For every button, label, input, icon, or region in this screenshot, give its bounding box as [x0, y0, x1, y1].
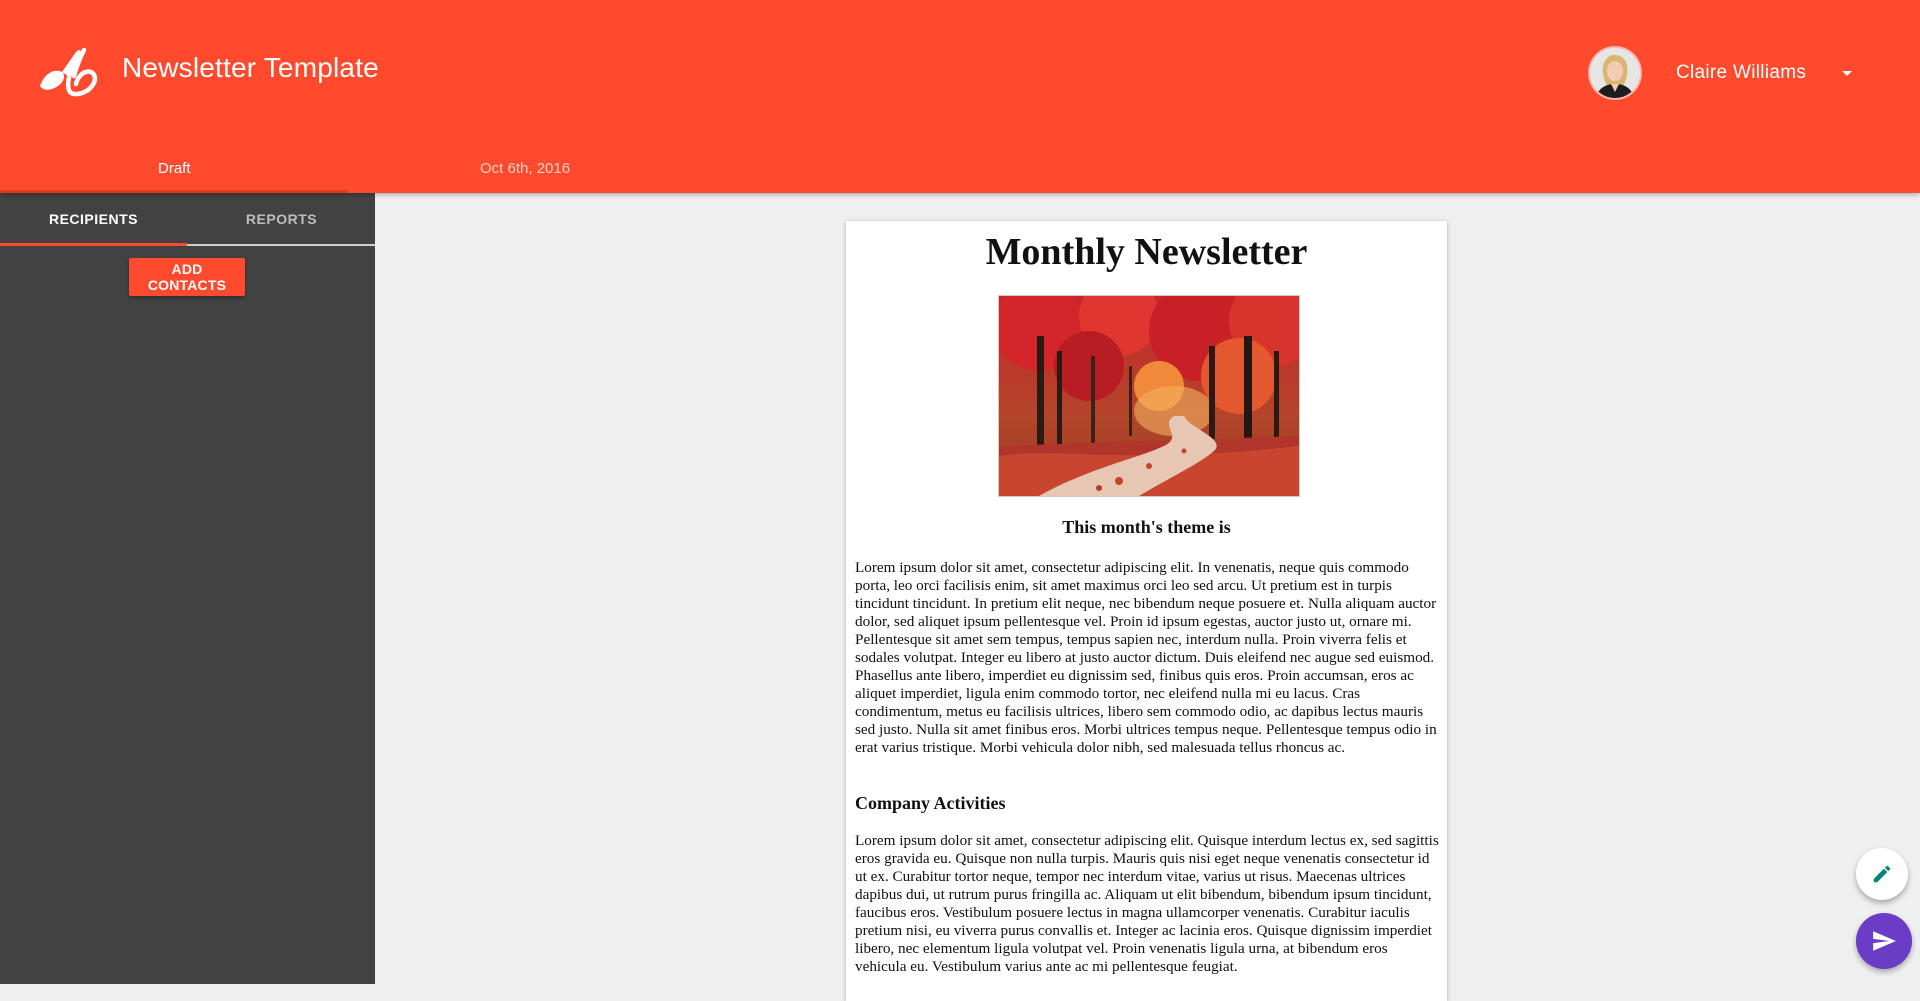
newsletter-paragraph-2: Lorem ipsum dolor sit amet, consectetur …: [855, 832, 1439, 975]
status-date: Oct 6th, 2016: [480, 160, 571, 177]
active-tab-indicator: [0, 243, 187, 246]
app-title: Newsletter Template: [122, 52, 379, 83]
newsletter-hero-image: [998, 295, 1300, 497]
newsletter-title: Monthly Newsletter: [985, 231, 1308, 273]
tab-recipients[interactable]: RECIPIENTS: [0, 193, 187, 245]
edit-button[interactable]: [1856, 848, 1908, 900]
caret-down-icon[interactable]: [1836, 66, 1858, 82]
tab-divider: [187, 244, 375, 246]
newsletter-preview: Monthly Newsletter This month's theme is…: [846, 221, 1447, 1001]
user-avatar[interactable]: [1590, 48, 1640, 98]
newsletter-subtitle: This month's theme is: [1062, 517, 1231, 537]
company-activities-heading: Company Activities: [855, 793, 1006, 813]
tab-reports[interactable]: REPORTS: [188, 193, 375, 245]
send-button[interactable]: [1856, 913, 1912, 969]
newsletter-paragraph-1: Lorem ipsum dolor sit amet, consectetur …: [855, 559, 1437, 756]
sidebar-tabs: RECIPIENTS REPORTS: [0, 193, 375, 246]
send-icon: [1873, 931, 1896, 951]
autumn-forest-image: [999, 296, 1299, 496]
avatar-portrait-icon: [1590, 48, 1640, 98]
pencil-icon: [1873, 865, 1891, 883]
status-draft-label[interactable]: Draft: [158, 160, 191, 177]
sidebar: RECIPIENTS REPORTS ADD CONTACTS: [0, 193, 375, 984]
brush-logo-icon: [40, 47, 98, 97]
status-tab-indicator: [0, 190, 348, 193]
app-header: Newsletter Template Claire Williams Draf…: [0, 0, 1920, 193]
user-name[interactable]: Claire Williams: [1676, 62, 1806, 84]
add-contacts-button[interactable]: ADD CONTACTS: [129, 258, 245, 296]
